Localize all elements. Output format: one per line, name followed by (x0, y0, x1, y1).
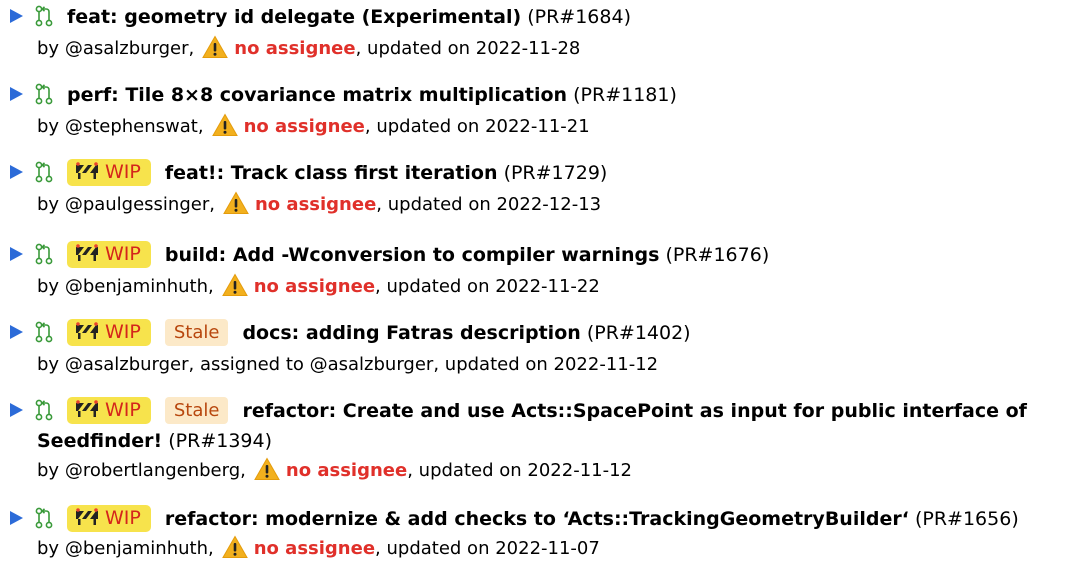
updated-on-label: updated on (387, 194, 491, 215)
expand-triangle-icon[interactable] (10, 164, 23, 179)
by-label: by (37, 194, 60, 215)
pr-title[interactable]: build: Add -Wconversion to compiler warn… (165, 244, 660, 266)
pr-updated-date: 2022-11-21 (485, 116, 590, 137)
pull-request-icon (35, 5, 53, 27)
updated-on-label: updated on (367, 38, 471, 59)
pr-author: @benjaminhuth (64, 538, 208, 559)
expand-triangle-icon[interactable] (10, 402, 23, 417)
expand-triangle-icon[interactable] (10, 510, 23, 525)
pull-request-icon (35, 243, 53, 265)
no-assignee-label: no assignee (253, 276, 376, 297)
pull-request-icon (35, 399, 53, 421)
construction-barrier-icon (75, 244, 99, 262)
wip-badge: WIP (67, 241, 151, 268)
by-label: by (37, 538, 60, 559)
pr-number: (PR#1684) (527, 6, 631, 28)
warning-icon (222, 273, 248, 297)
by-label: by (37, 276, 60, 297)
wip-badge: WIP (67, 319, 151, 346)
pr-author: @paulgessinger (64, 194, 210, 215)
no-assignee-label: no assignee (243, 116, 365, 137)
updated-on-label: updated on (386, 276, 490, 297)
pr-number: (PR#1181) (573, 84, 677, 106)
warning-icon (254, 457, 280, 481)
pr-title[interactable]: feat: geometry id delegate (Experimental… (67, 6, 521, 28)
pr-title[interactable]: refactor: modernize & add checks to ‘Act… (165, 508, 909, 530)
pull-request-icon (35, 507, 53, 529)
pr-author: @stephenswat (64, 116, 198, 137)
pr-author: @benjaminhuth (64, 276, 208, 297)
warning-icon (222, 535, 248, 559)
construction-barrier-icon (75, 508, 99, 526)
wip-label: WIP (105, 161, 141, 183)
construction-barrier-icon (75, 400, 99, 418)
pr-title-line1[interactable]: refactor: Create and use Acts::SpacePoin… (242, 400, 1026, 422)
pr-updated-date: 2022-11-12 (553, 354, 659, 375)
construction-barrier-icon (75, 162, 99, 180)
assignee-text: assigned to @asalzburger (199, 354, 434, 375)
pr-updated-date: 2022-12-13 (496, 194, 602, 215)
pr-updated-date: 2022-11-12 (527, 460, 632, 481)
pull-request-icon (35, 83, 53, 105)
wip-badge: WIP (67, 159, 151, 186)
no-assignee-label: no assignee (234, 38, 356, 59)
pr-number: (PR#1402) (586, 322, 691, 344)
updated-on-label: updated on (386, 538, 490, 559)
by-label: by (37, 38, 60, 59)
warning-icon (212, 113, 238, 137)
updated-on-label: updated on (418, 460, 522, 481)
updated-on-label: updated on (376, 116, 480, 137)
pr-author: @asalzburger (64, 38, 189, 59)
no-assignee-label: no assignee (253, 538, 376, 559)
warning-icon (223, 191, 249, 215)
pr-title[interactable]: docs: adding Fatras description (242, 322, 580, 344)
pr-author: @robertlangenberg (64, 460, 241, 481)
pr-number: (PR#1656) (914, 508, 1019, 530)
wip-label: WIP (105, 243, 141, 265)
by-label: by (37, 116, 60, 137)
wip-label: WIP (105, 321, 141, 343)
no-assignee-label: no assignee (285, 460, 408, 481)
by-label: by (37, 354, 60, 375)
wip-label: WIP (105, 399, 141, 421)
expand-triangle-icon[interactable] (10, 86, 23, 101)
pr-updated-date: 2022-11-07 (495, 538, 600, 559)
pr-number: (PR#1394) (168, 430, 273, 452)
expand-triangle-icon[interactable] (10, 246, 23, 261)
warning-icon (202, 35, 228, 59)
stale-badge: Stale (164, 397, 229, 424)
construction-barrier-icon (75, 322, 99, 340)
stale-badge: Stale (164, 319, 229, 346)
pr-updated-date: 2022-11-28 (475, 38, 581, 59)
pr-title[interactable]: feat!: Track class first iteration (165, 162, 498, 184)
pr-updated-date: 2022-11-22 (495, 276, 600, 297)
expand-triangle-icon[interactable] (10, 324, 23, 339)
expand-triangle-icon[interactable] (10, 8, 23, 23)
by-label: by (37, 460, 60, 481)
pull-request-icon (35, 321, 53, 343)
no-assignee-label: no assignee (254, 194, 377, 215)
pr-title[interactable]: perf: Tile 8×8 covariance matrix multipl… (67, 84, 567, 106)
wip-badge: WIP (67, 505, 151, 532)
wip-label: WIP (105, 507, 141, 529)
pr-number: (PR#1676) (665, 244, 770, 266)
pr-author: @asalzburger (64, 354, 189, 375)
updated-on-label: updated on (444, 354, 548, 375)
pr-number: (PR#1729) (503, 162, 608, 184)
wip-badge: WIP (67, 397, 151, 424)
pull-request-icon (35, 161, 53, 183)
pr-title-line2[interactable]: Seedfinder! (37, 430, 162, 452)
